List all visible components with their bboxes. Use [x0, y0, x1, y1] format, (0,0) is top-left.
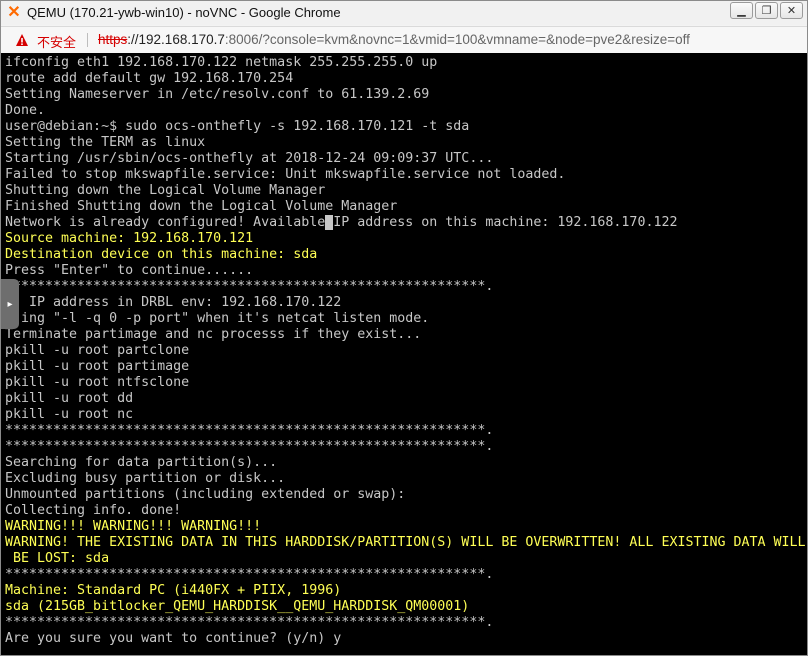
proxmox-x-icon: ✕: [7, 4, 21, 21]
terminal-line: Failed to stop mkswapfile.service: Unit …: [5, 167, 566, 182]
url-path: :8006/?console=kvm&novnc=1&vmid=100&vmna…: [224, 32, 690, 47]
title-bar[interactable]: ✕ QEMU (170.21-ywb-win10) - noVNC - Goog…: [1, 1, 807, 25]
terminal-line: Terminate partimage and nc processs if t…: [5, 327, 422, 342]
vnc-console[interactable]: ifconfig eth1 192.168.170.122 netmask 25…: [1, 53, 807, 655]
minimize-button[interactable]: ▁: [730, 2, 753, 19]
terminal-line: Are you sure you want to continue? (y/n)…: [5, 631, 342, 646]
terminal-line: Searching for data partition(s)...: [5, 455, 278, 470]
url-scheme: https: [98, 32, 128, 47]
terminal-output: ifconfig eth1 192.168.170.122 netmask 25…: [5, 55, 806, 647]
restore-button[interactable]: ❐: [755, 2, 778, 19]
terminal-text: Network is already configured! Available: [5, 215, 326, 230]
terminal-line: ****************************************…: [5, 423, 494, 438]
terminal-line: Collecting info. done!: [5, 503, 182, 518]
terminal-line: Excluding busy partition or disk...: [5, 471, 286, 486]
close-icon: ✕: [786, 5, 797, 17]
window-controls: ▁ ❐ ✕: [730, 2, 803, 20]
terminal-line: ifconfig eth1 192.168.170.122 netmask 25…: [5, 55, 438, 70]
terminal-line: Starting /usr/sbin/ocs-onthefly at 2018-…: [5, 151, 494, 166]
terminal-line: Done.: [5, 103, 46, 118]
terminal-line: Shutting down the Logical Volume Manager: [5, 183, 326, 198]
terminal-line: IP address in DRBL env: 192.168.170.122: [5, 295, 342, 310]
novnc-sidebar-handle[interactable]: ▸: [1, 279, 19, 329]
address-bar[interactable]: 不安全 https://192.168.170.7:8006/?console=…: [1, 26, 807, 54]
restore-icon: ❐: [761, 5, 772, 17]
address-divider: [87, 33, 88, 47]
terminal-line: Machine: Standard PC (i440FX + PIIX, 199…: [5, 583, 342, 598]
terminal-line: Setting the TERM as linux: [5, 135, 206, 150]
terminal-line: ****************************************…: [5, 567, 494, 582]
terminal-line: Press "Enter" to continue......: [5, 263, 254, 278]
terminal-line: Network is already configured! Available…: [5, 215, 806, 231]
terminal-line: pkill -u root ntfsclone: [5, 375, 190, 390]
terminal-line: Source machine: 192.168.170.121: [5, 231, 254, 246]
terminal-line: Destination device on this machine: sda: [5, 247, 318, 262]
terminal-line: Unmounted partitions (including extended…: [5, 487, 406, 502]
terminal-line: sda (215GB_bitlocker_QEMU_HARDDISK__QEMU…: [5, 599, 470, 614]
chevron-right-icon: ▸: [7, 298, 13, 310]
window-title: QEMU (170.21-ywb-win10) - noVNC - Google…: [27, 5, 341, 20]
minimize-icon: ▁: [737, 5, 746, 17]
terminal-line: WARNING!!! WARNING!!! WARNING!!!: [5, 519, 262, 534]
terminal-line: WARNING! THE EXISTING DATA IN THIS HARDD…: [5, 535, 806, 550]
terminal-line: route add default gw 192.168.170.254: [5, 71, 294, 86]
browser-window: ✕ QEMU (170.21-ywb-win10) - noVNC - Goog…: [0, 0, 808, 656]
terminal-text: IP address on this machine: 192.168.170.…: [333, 215, 678, 230]
terminal-line: ing "-l -q 0 -p port" when it's netcat l…: [5, 311, 430, 326]
security-indicator[interactable]: 不安全: [37, 32, 76, 51]
terminal-line: ****************************************…: [5, 279, 494, 294]
terminal-line: pkill -u root nc: [5, 407, 134, 422]
url-host: ://192.168.170.7: [127, 32, 225, 47]
terminal-line: pkill -u root dd: [5, 391, 134, 406]
terminal-line: BE LOST: sda: [5, 551, 110, 566]
terminal-line: Finished Shutting down the Logical Volum…: [5, 199, 398, 214]
terminal-line: ****************************************…: [5, 439, 494, 454]
url-field[interactable]: https://192.168.170.7:8006/?console=kvm&…: [98, 32, 690, 47]
terminal-line: user@debian:~$ sudo ocs-onthefly -s 192.…: [5, 119, 470, 134]
warning-triangle-icon: [16, 34, 28, 46]
terminal-line: pkill -u root partclone: [5, 343, 190, 358]
terminal-line: Setting Nameserver in /etc/resolv.conf t…: [5, 87, 430, 102]
terminal-line: pkill -u root partimage: [5, 359, 190, 374]
terminal-line: ****************************************…: [5, 615, 494, 630]
close-button[interactable]: ✕: [780, 2, 803, 19]
